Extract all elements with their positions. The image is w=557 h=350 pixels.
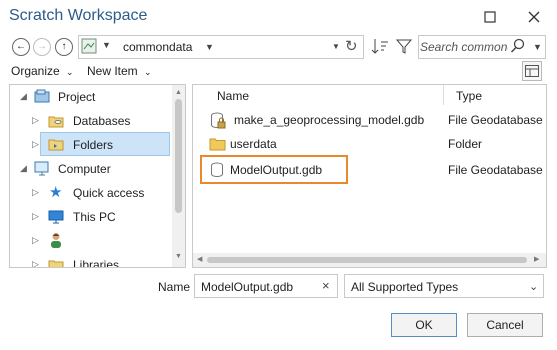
cancel-button[interactable]: Cancel	[467, 313, 543, 337]
sort-button[interactable]	[370, 36, 390, 56]
folder-icon	[48, 136, 64, 152]
expanded-arrow-icon[interactable]: ◢	[20, 163, 27, 174]
file-row[interactable]: make_a_geoprocessing_model.gdb File Geod…	[200, 108, 545, 132]
tree-item-this-pc[interactable]: ▷ This PC	[10, 205, 180, 229]
close-button[interactable]	[523, 6, 545, 28]
path-text: commondata	[123, 40, 193, 54]
column-header-type[interactable]: Type	[456, 89, 482, 103]
file-type: File Geodatabase	[448, 163, 543, 177]
library-icon	[48, 257, 64, 267]
new-item-label: New Item	[87, 64, 138, 78]
forward-arrow-icon: →	[37, 41, 47, 52]
collapsed-arrow-icon[interactable]: ▷	[32, 139, 39, 150]
forward-button[interactable]: →	[33, 38, 51, 56]
path-bar[interactable]	[78, 35, 364, 59]
refresh-icon[interactable]: ↻	[345, 37, 358, 55]
file-type-select[interactable]: All Supported Types ⌄	[344, 274, 544, 298]
title-bar: Scratch Workspace	[0, 0, 557, 34]
collapsed-arrow-icon[interactable]: ▷	[32, 187, 39, 198]
organize-label: Organize	[11, 64, 60, 78]
maximize-icon	[484, 11, 496, 23]
monitor-icon	[48, 209, 64, 225]
column-divider[interactable]	[443, 85, 444, 105]
sort-icon	[371, 39, 388, 54]
name-field[interactable]: ModelOutput.gdb ×	[194, 274, 338, 298]
project-icon	[34, 89, 50, 105]
back-arrow-icon: ←	[16, 41, 26, 52]
clear-icon[interactable]: ×	[322, 278, 330, 293]
scroll-right-arrow-icon[interactable]: ▶	[534, 255, 539, 263]
tree-item-quick-access[interactable]: ▷ ★ Quick access	[10, 181, 180, 205]
tree-label-libraries: Libraries	[73, 258, 120, 267]
tree-label-quick-access: Quick access	[73, 186, 145, 200]
organize-chevron-icon: ⌄	[66, 67, 74, 77]
collapsed-arrow-icon[interactable]: ▷	[32, 211, 39, 222]
path-history-dropdown-icon[interactable]: ▼	[332, 42, 340, 51]
tree-label-this-pc: This PC	[73, 210, 116, 224]
collapsed-arrow-icon[interactable]: ▷	[32, 235, 39, 246]
tree-label-project: Project	[58, 90, 96, 104]
new-item-menu[interactable]: New Item ⌄	[87, 64, 152, 78]
tree-item-project[interactable]: ◢ Project	[10, 85, 180, 109]
location-dropdown-chevron-icon[interactable]: ▼	[102, 40, 111, 50]
database-folder-icon	[48, 113, 64, 129]
geodatabase-icon	[210, 162, 224, 178]
tree-label-databases: Databases	[73, 114, 131, 128]
file-type: File Geodatabase	[448, 113, 543, 127]
search-placeholder: Search commondata	[420, 40, 508, 54]
computer-icon	[34, 161, 52, 177]
chevron-down-icon: ⌄	[529, 281, 539, 293]
up-button[interactable]: ↑	[55, 38, 73, 56]
scroll-left-arrow-icon[interactable]: ◀	[197, 255, 202, 263]
geodatabase-lock-icon	[210, 112, 226, 130]
horizontal-scrollbar-thumb[interactable]	[207, 257, 527, 263]
tree-label-folders: Folders	[73, 138, 114, 152]
details-view-icon	[525, 65, 539, 77]
folder-icon	[209, 136, 226, 152]
organize-menu[interactable]: Organize ⌄	[11, 64, 74, 78]
back-button[interactable]: ←	[12, 38, 30, 56]
filter-button[interactable]	[395, 36, 413, 56]
expanded-arrow-icon[interactable]: ◢	[20, 91, 27, 102]
collapsed-arrow-icon[interactable]: ▷	[32, 259, 39, 267]
filter-icon	[395, 39, 413, 54]
path-chevron-down-icon[interactable]: ▼	[205, 42, 214, 52]
location-icon	[81, 38, 97, 54]
tree-item-computer[interactable]: ◢ Computer	[10, 157, 180, 181]
file-list-horizontal-scrollbar[interactable]: ◀ ▶	[193, 253, 546, 267]
maximize-button[interactable]	[479, 6, 501, 28]
file-row[interactable]: userdata Folder	[200, 132, 545, 156]
tree-item-user[interactable]: ▷	[10, 229, 180, 253]
file-name: ModelOutput.gdb	[230, 163, 323, 177]
collapsed-arrow-icon[interactable]: ▷	[32, 115, 39, 126]
close-icon	[528, 11, 540, 23]
file-type-select-value: All Supported Types	[351, 280, 459, 294]
column-header-name[interactable]: Name	[217, 89, 249, 103]
search-icon[interactable]	[510, 38, 526, 54]
scroll-down-arrow-icon[interactable]: ▼	[175, 253, 182, 260]
user-icon	[49, 232, 63, 249]
tree-item-databases[interactable]: ▷ Databases	[10, 109, 180, 133]
window-title: Scratch Workspace	[9, 7, 148, 24]
up-arrow-icon: ↑	[61, 41, 67, 52]
file-row-selected[interactable]: ModelOutput.gdb File Geodatabase	[200, 158, 545, 182]
name-field-value: ModelOutput.gdb	[201, 280, 294, 294]
new-item-chevron-icon: ⌄	[144, 67, 152, 77]
tree-item-libraries[interactable]: ▷ Libraries	[10, 253, 172, 267]
file-name: userdata	[230, 137, 277, 151]
tree-label-computer: Computer	[58, 162, 111, 176]
file-type: Folder	[448, 137, 483, 151]
name-label: Name	[158, 280, 191, 294]
ok-button[interactable]: OK	[391, 313, 457, 337]
star-icon: ★	[49, 184, 63, 201]
view-options-button[interactable]	[522, 61, 542, 81]
file-name: make_a_geoprocessing_model.gdb	[234, 113, 425, 127]
search-chevron-down-icon[interactable]: ▼	[533, 42, 542, 52]
